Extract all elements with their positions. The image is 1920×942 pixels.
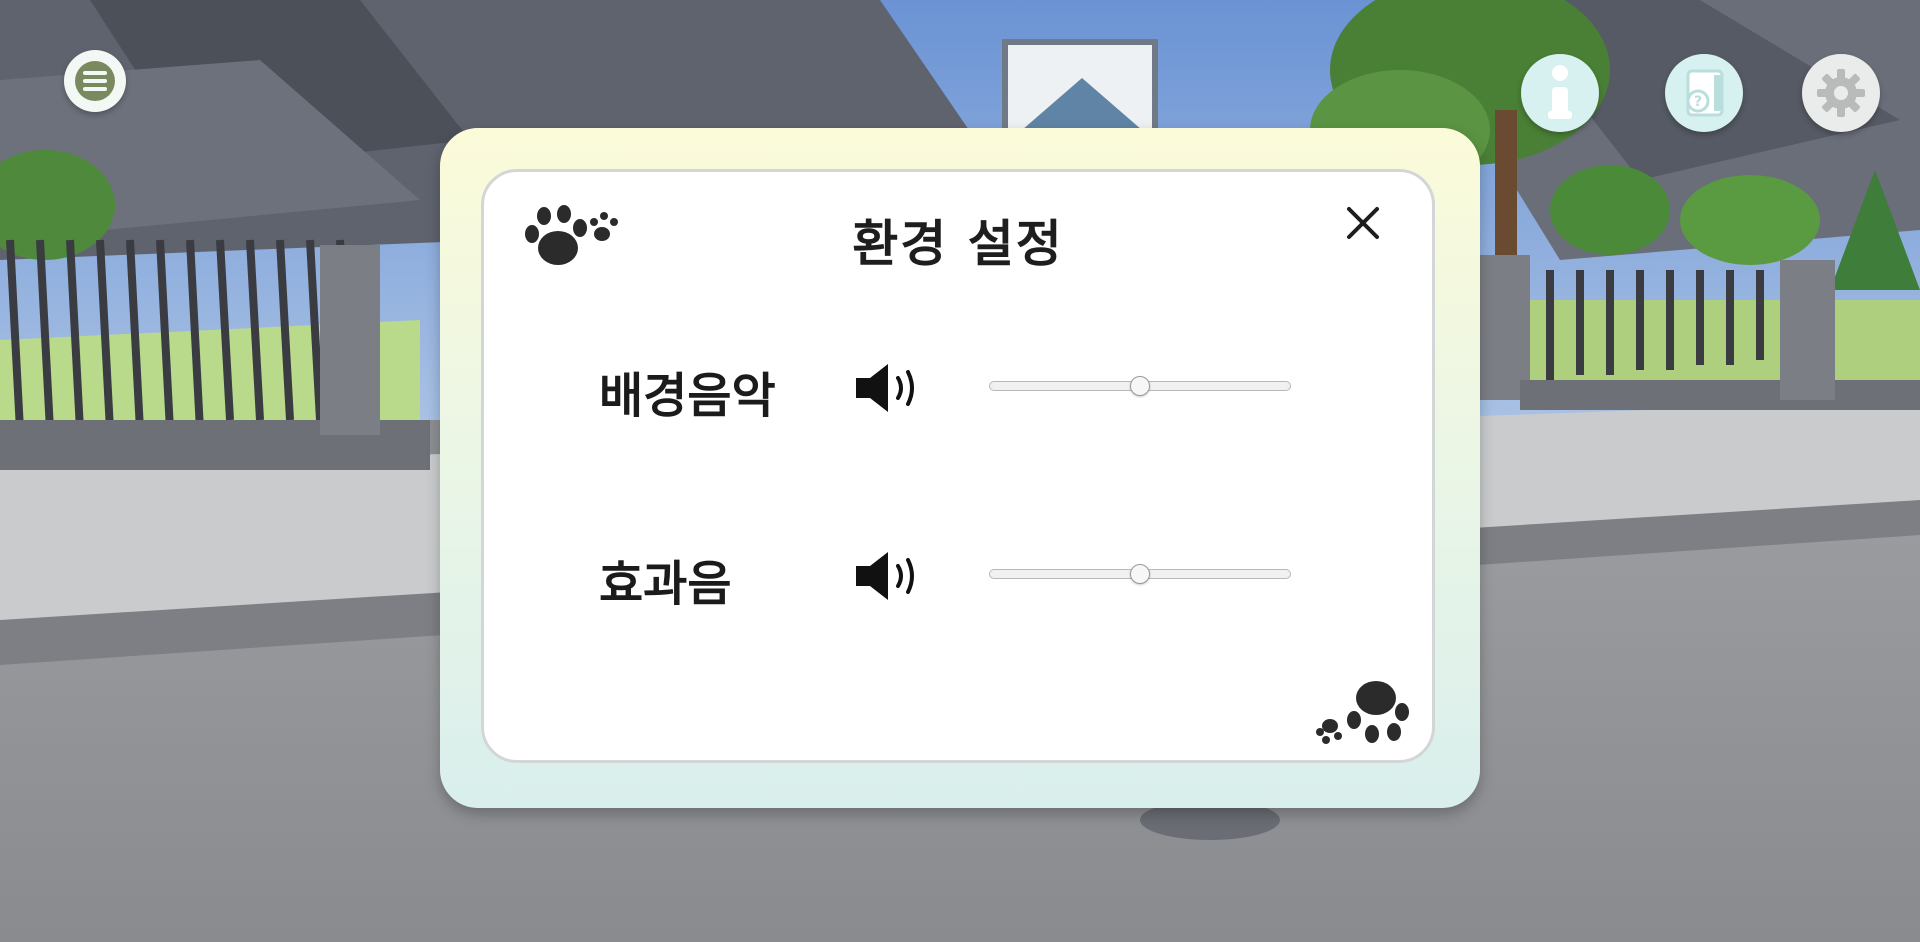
speaker-icon[interactable] — [854, 360, 926, 416]
close-icon — [1347, 207, 1379, 239]
guide-book-button[interactable]: ? — [1665, 54, 1743, 132]
sfx-volume-slider[interactable] — [989, 560, 1293, 588]
speaker-icon[interactable] — [854, 548, 926, 604]
bgm-volume-slider[interactable] — [989, 372, 1293, 400]
slider-thumb[interactable] — [1130, 564, 1150, 584]
sfx-label: 효과음 — [599, 556, 732, 612]
close-button[interactable] — [1340, 200, 1386, 246]
sfx-setting-row: 효과음 — [484, 534, 1432, 614]
hamburger-menu-icon — [75, 61, 115, 101]
slider-thumb[interactable] — [1130, 376, 1150, 396]
paw-print-icon — [1316, 681, 1409, 744]
settings-button[interactable] — [1802, 54, 1880, 132]
bgm-label: 배경음악 — [599, 368, 776, 424]
gear-icon — [1817, 69, 1865, 117]
dialog-title: 환경 설정 — [852, 215, 1064, 273]
menu-button[interactable] — [64, 50, 126, 112]
info-icon — [1548, 65, 1572, 119]
bgm-setting-row: 배경음악 — [484, 346, 1432, 426]
settings-dialog: 환경 설정 배경음악 효과음 — [440, 128, 1480, 808]
svg-text:?: ? — [1694, 94, 1702, 110]
info-button[interactable] — [1521, 54, 1599, 132]
settings-panel: 환경 설정 배경음악 효과음 — [481, 169, 1435, 763]
guide-book-icon: ? — [1686, 69, 1724, 117]
